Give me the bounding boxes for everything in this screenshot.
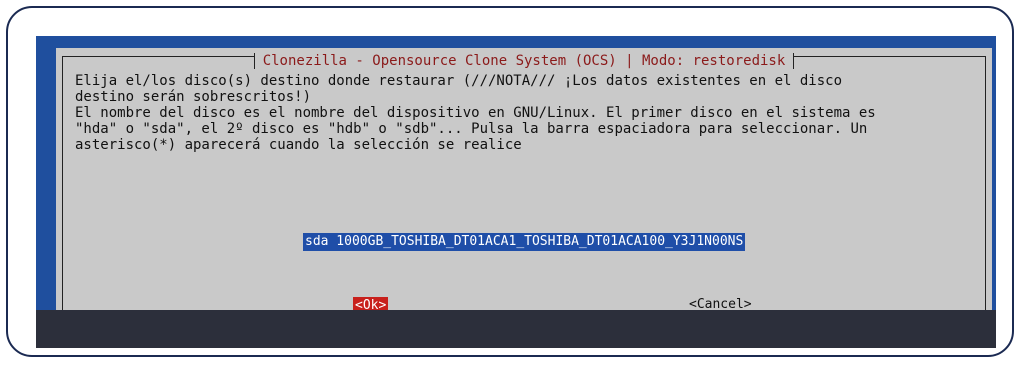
- terminal-screen: Clonezilla - Opensource Clone System (OC…: [36, 36, 996, 348]
- message-line: El nombre del disco es el nombre del dis…: [75, 105, 876, 121]
- dialog-title: Clonezilla - Opensource Clone System (OC…: [253, 53, 795, 69]
- message-line: asterisco(*) aparecerá cuando la selecci…: [75, 137, 522, 153]
- photo-frame: Clonezilla - Opensource Clone System (OC…: [6, 6, 1014, 357]
- disk-list-item-sda[interactable]: sda 1000GB_TOSHIBA_DT01ACA1_TOSHIBA_DT01…: [303, 233, 746, 251]
- screen-bottom-bar: [36, 310, 996, 348]
- message-line: destino serán sobrescritos!): [75, 89, 312, 105]
- dialog-border: Clonezilla - Opensource Clone System (OC…: [62, 53, 986, 326]
- dialog-title-bar: Clonezilla - Opensource Clone System (OC…: [63, 53, 985, 69]
- message-line: Elija el/los disco(s) destino donde rest…: [75, 73, 843, 89]
- message-line: "hda" o "sda", el 2º disco es "hdb" o "s…: [75, 121, 868, 137]
- dialog-message: Elija el/los disco(s) destino donde rest…: [75, 73, 995, 153]
- dialog-box: Clonezilla - Opensource Clone System (OC…: [56, 48, 992, 334]
